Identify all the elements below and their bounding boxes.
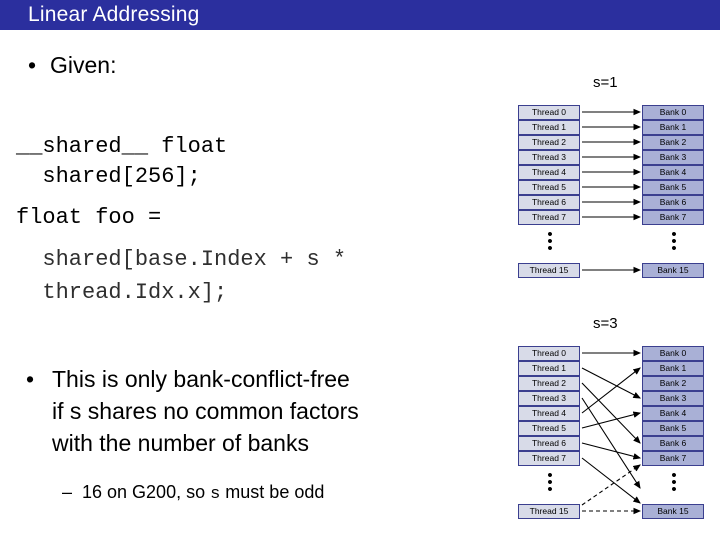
sub-bullet-mono: s bbox=[210, 485, 221, 504]
code-line-4: shared[base.Index + s * bbox=[16, 247, 347, 272]
page-title: Linear Addressing bbox=[28, 3, 200, 26]
thread-cell: Thread 0 bbox=[518, 346, 580, 361]
bank-cell: Bank 1 bbox=[642, 361, 704, 376]
code-line-2: shared[256]; bbox=[16, 164, 201, 189]
sub-bullet-prefix: 16 on G200, so bbox=[82, 482, 211, 502]
code-line-1: __shared__ float bbox=[16, 134, 228, 159]
bullet-glyph: • bbox=[28, 52, 37, 78]
bullet-line-3: with the number of banks bbox=[52, 430, 309, 456]
diagram-s3: s=3 Thread 0 Thread 1 Thread 2 Thread 3 … bbox=[518, 315, 704, 527]
given-label: Given: bbox=[50, 52, 117, 78]
dash-glyph: – bbox=[62, 482, 73, 502]
thread-cell: Thread 1 bbox=[518, 120, 580, 135]
thread-cell: Thread 7 bbox=[518, 210, 580, 225]
bank-cell: Bank 0 bbox=[642, 346, 704, 361]
bullet-given: • Given: bbox=[28, 52, 116, 79]
bullet-bank-conflict: • This is only bank-conflict-free if s s… bbox=[26, 363, 496, 459]
thread-ellipsis: • • • bbox=[547, 226, 553, 257]
thread-cell: Thread 5 bbox=[518, 180, 580, 195]
thread-cell: Thread 1 bbox=[518, 361, 580, 376]
bank-cell: Bank 2 bbox=[642, 135, 704, 150]
thread-cell: Thread 6 bbox=[518, 436, 580, 451]
sub-bullet-suffix: must be odd bbox=[220, 482, 325, 502]
bullet-line-1: This is only bank-conflict-free bbox=[52, 366, 350, 392]
slide: Linear Addressing • Given: __shared__ flo… bbox=[0, 0, 720, 540]
bank-cell: Bank 6 bbox=[642, 436, 704, 451]
bank-cell: Bank 4 bbox=[642, 165, 704, 180]
code-line-5: thread.Idx.x]; bbox=[16, 280, 228, 305]
bank-cell: Bank 7 bbox=[642, 210, 704, 225]
bullet-glyph: • bbox=[26, 366, 35, 392]
bank-cell: Bank 6 bbox=[642, 195, 704, 210]
thread-cell: Thread 3 bbox=[518, 150, 580, 165]
bank-cell: Bank 7 bbox=[642, 451, 704, 466]
diagram-s1-label: s=1 bbox=[593, 74, 618, 91]
sub-bullet-g200: –16 on G200, so s must be odd bbox=[62, 482, 324, 504]
code-line-3: float foo = bbox=[16, 205, 162, 230]
bank-cell: Bank 4 bbox=[642, 406, 704, 421]
bank-cell: Bank 3 bbox=[642, 150, 704, 165]
thread-cell: Thread 0 bbox=[518, 105, 580, 120]
thread-cell: Thread 2 bbox=[518, 376, 580, 391]
thread-cell-last: Thread 15 bbox=[518, 263, 580, 278]
bank-cell-last: Bank 15 bbox=[642, 504, 704, 519]
bank-cell: Bank 2 bbox=[642, 376, 704, 391]
thread-ellipsis: • • • bbox=[547, 467, 553, 498]
bank-cell: Bank 3 bbox=[642, 391, 704, 406]
thread-cell: Thread 4 bbox=[518, 165, 580, 180]
bank-cell: Bank 0 bbox=[642, 105, 704, 120]
diagram-s3-label: s=3 bbox=[593, 315, 618, 332]
bullet-line-2: if s shares no common factors bbox=[52, 398, 359, 424]
thread-cell: Thread 2 bbox=[518, 135, 580, 150]
thread-cell: Thread 3 bbox=[518, 391, 580, 406]
bank-ellipsis: • • • bbox=[671, 226, 677, 257]
diagram-s1: s=1 Thread 0 Thread 1 Thread 2 Thread 3 … bbox=[518, 74, 704, 286]
thread-cell-last: Thread 15 bbox=[518, 504, 580, 519]
thread-cell: Thread 7 bbox=[518, 451, 580, 466]
bank-cell: Bank 1 bbox=[642, 120, 704, 135]
bank-cell-last: Bank 15 bbox=[642, 263, 704, 278]
bank-cell: Bank 5 bbox=[642, 180, 704, 195]
thread-cell: Thread 5 bbox=[518, 421, 580, 436]
thread-cell: Thread 6 bbox=[518, 195, 580, 210]
thread-cell: Thread 4 bbox=[518, 406, 580, 421]
bank-ellipsis: • • • bbox=[671, 467, 677, 498]
bank-cell: Bank 5 bbox=[642, 421, 704, 436]
